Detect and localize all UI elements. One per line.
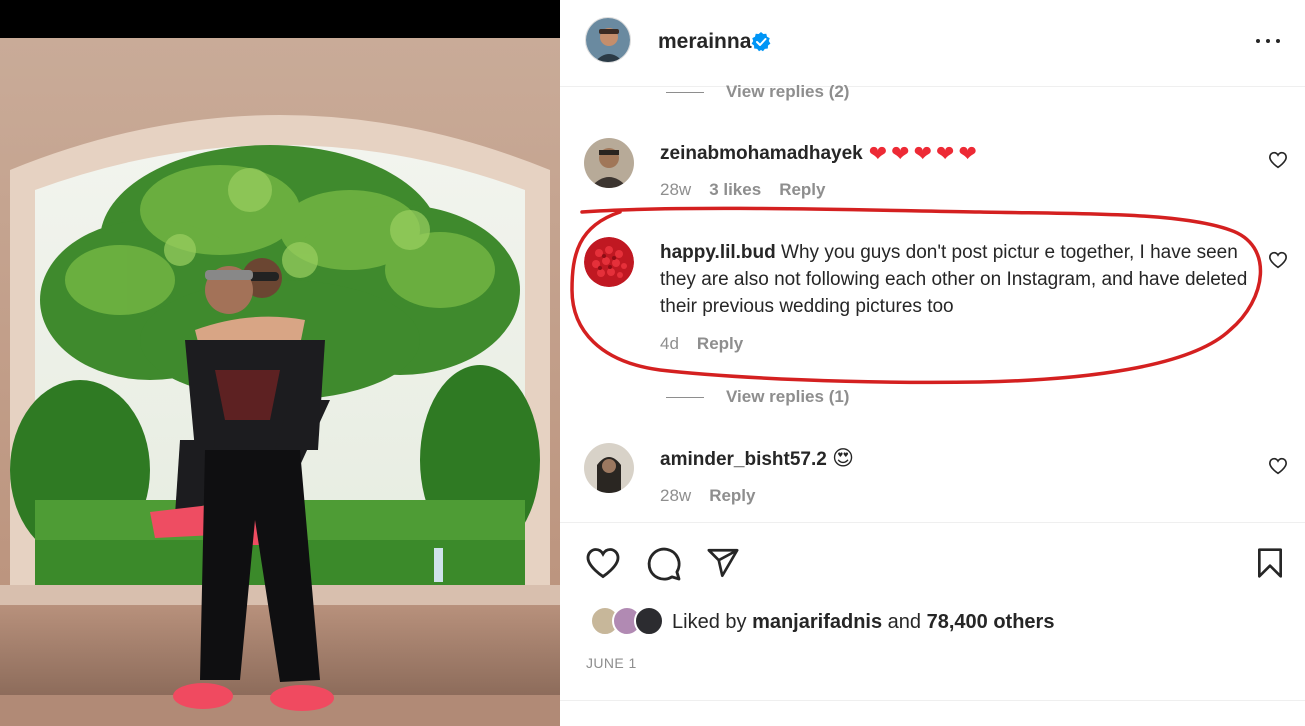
likes-count[interactable]: 78,400 others [927, 611, 1055, 633]
comment-body: zeinabmohamadhayek ❤❤❤❤❤ [660, 140, 1260, 167]
divider [560, 522, 1305, 523]
comment-username[interactable]: happy.lil.bud [660, 242, 776, 263]
comment-meta: 4d Reply [660, 334, 743, 354]
view-replies-link[interactable]: View replies (2) [666, 82, 849, 102]
bookmark-icon[interactable] [1254, 546, 1286, 580]
post-panel: merainna View replies (2) zeinabmohamadh… [560, 0, 1305, 726]
view-replies-label: View replies (1) [726, 387, 850, 406]
likes-text: Liked by manjarifadnis and 78,400 others [672, 611, 1054, 634]
verified-badge-icon [751, 32, 771, 52]
reply-button[interactable]: Reply [709, 486, 755, 506]
heart-icon[interactable] [1268, 251, 1288, 269]
comment-meta: 28w Reply [660, 486, 755, 506]
divider [560, 700, 1305, 701]
post-image [0, 0, 560, 726]
more-options-icon[interactable] [1255, 30, 1281, 52]
post-photo [0, 0, 560, 726]
comment-icon[interactable] [646, 546, 682, 582]
heart-icon[interactable] [1268, 457, 1288, 475]
comment-body: aminder_bisht57.2 😍 [660, 445, 1260, 473]
comment-body: happy.lil.bud Why you guys don't post pi… [660, 239, 1250, 320]
commenter-avatar[interactable] [584, 443, 634, 493]
reply-button[interactable]: Reply [697, 334, 743, 354]
author-avatar[interactable] [585, 17, 631, 63]
liked-by-label: Liked by [672, 610, 747, 633]
liker-username[interactable]: manjarifadnis [752, 611, 882, 633]
share-icon[interactable] [706, 546, 740, 580]
reply-button[interactable]: Reply [779, 180, 825, 200]
comment-meta: 28w 3 likes Reply [660, 180, 825, 200]
comment-time[interactable]: 28w [660, 486, 691, 506]
comment-username[interactable]: aminder_bisht57.2 [660, 449, 827, 470]
commenter-avatar[interactable] [584, 138, 634, 188]
post-header: merainna [560, 0, 1305, 87]
comment-likes[interactable]: 3 likes [709, 180, 761, 200]
comment-time[interactable]: 28w [660, 180, 691, 200]
replies-line [666, 396, 704, 398]
liker-avatars[interactable] [590, 606, 668, 638]
hearts-emoji: ❤❤❤❤❤ [868, 141, 981, 167]
liker-avatar [634, 606, 664, 636]
heart-eyes-emoji: 😍 [832, 447, 855, 470]
view-replies-link[interactable]: View replies (1) [666, 387, 849, 407]
comment-username[interactable]: zeinabmohamadhayek [660, 143, 863, 164]
post-date[interactable]: JUNE 1 [586, 655, 637, 671]
view-replies-label: View replies (2) [726, 82, 850, 101]
likes-summary: Liked by manjarifadnis and 78,400 others [590, 606, 1054, 638]
commenter-avatar[interactable] [584, 237, 634, 287]
like-heart-icon[interactable] [585, 546, 621, 580]
heart-icon[interactable] [1268, 151, 1288, 169]
replies-line [666, 91, 704, 93]
and-label: and [887, 610, 922, 633]
author-username[interactable]: merainna [658, 30, 751, 54]
comment-time[interactable]: 4d [660, 334, 679, 354]
